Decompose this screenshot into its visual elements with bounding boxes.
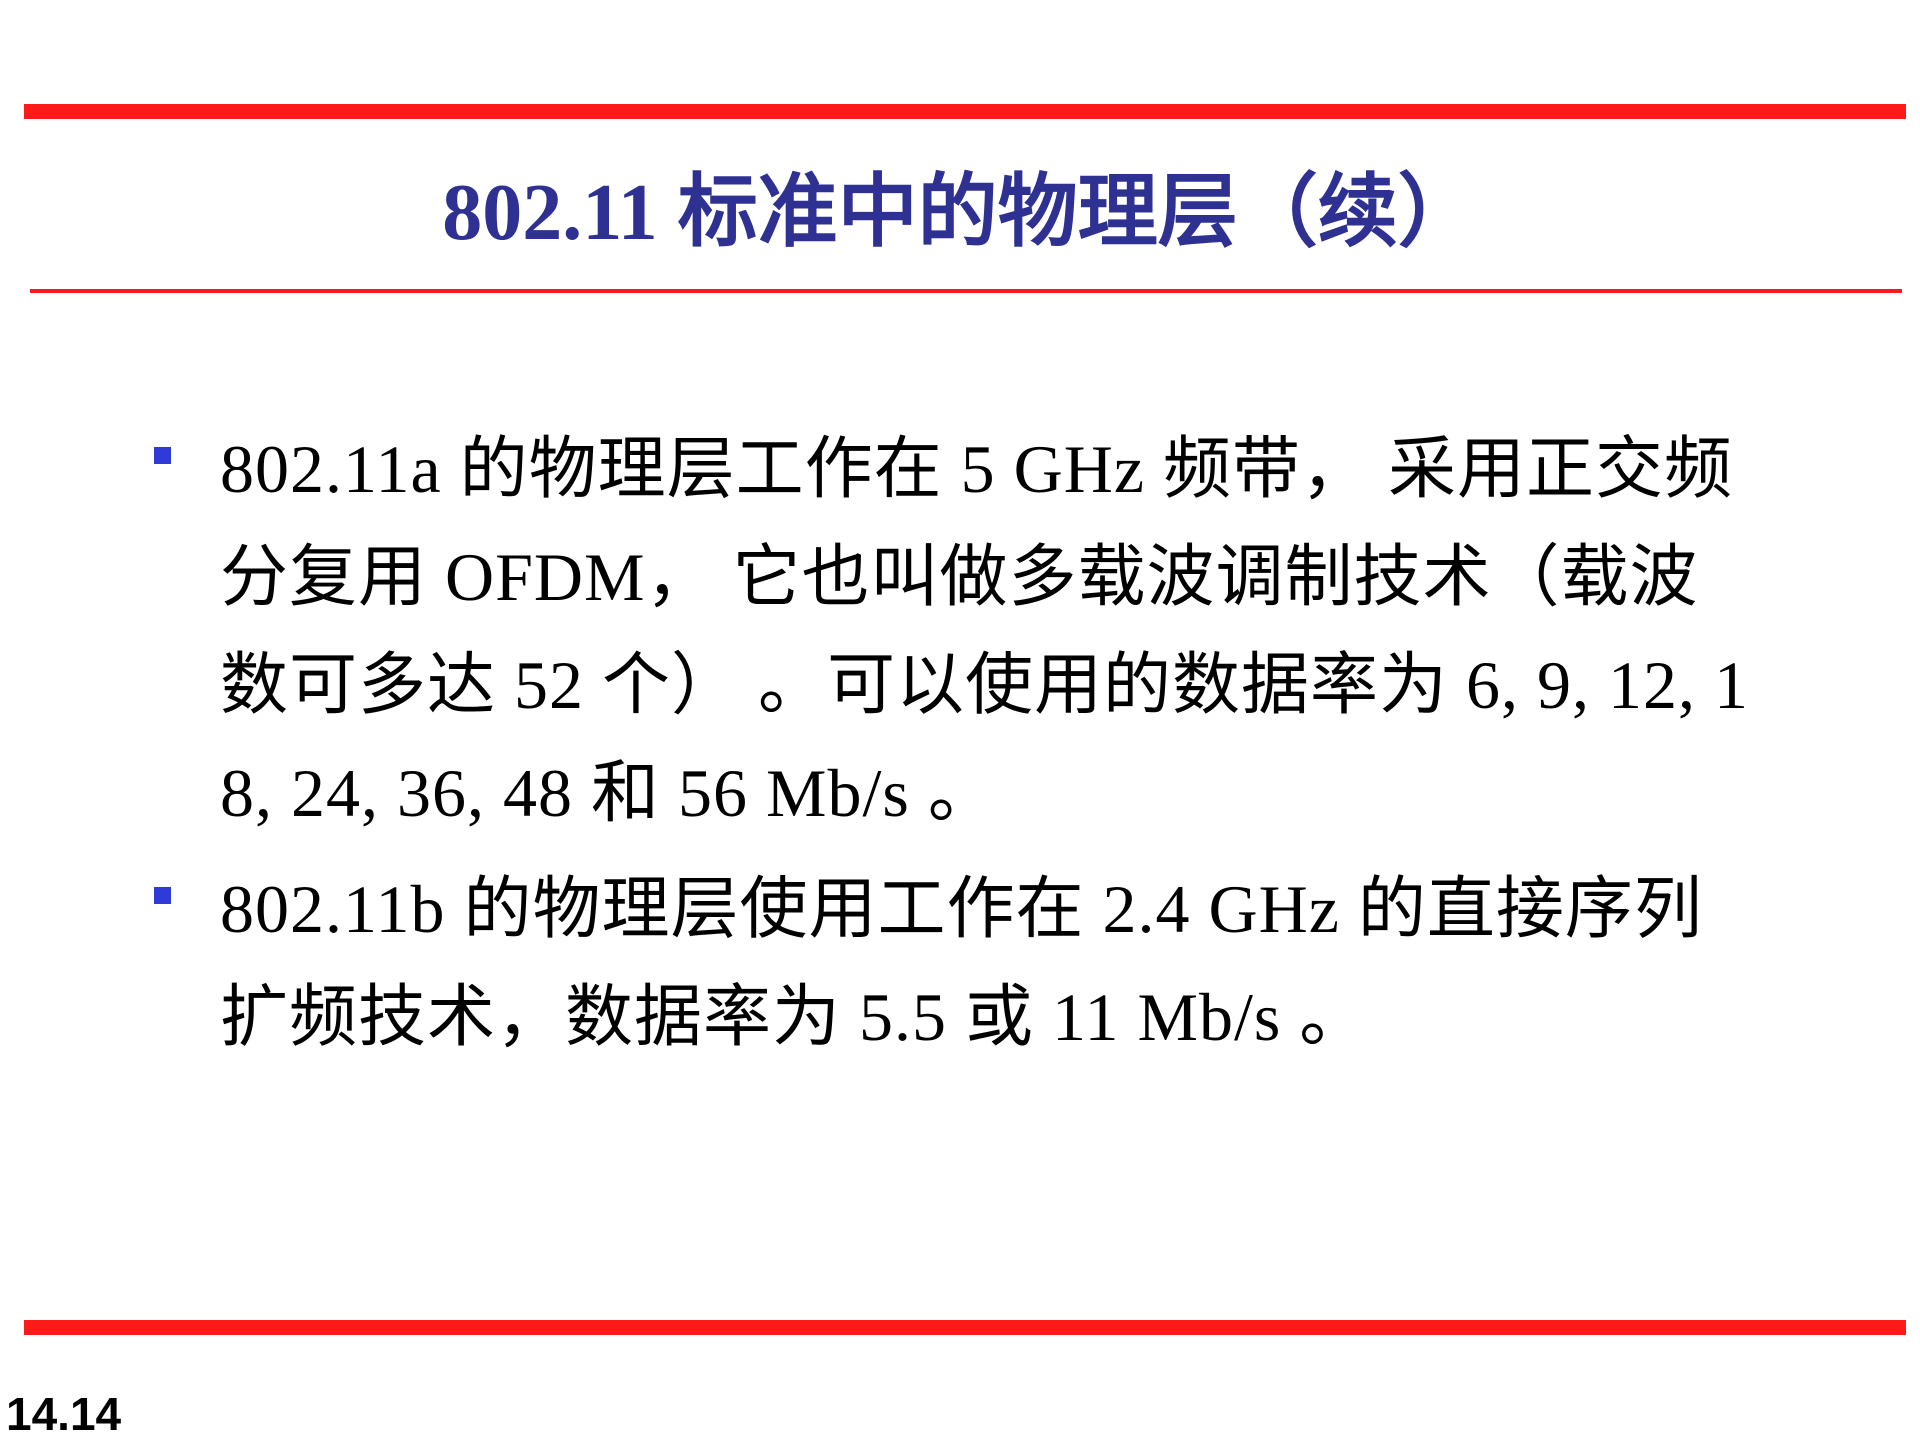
top-divider <box>24 104 1906 119</box>
bullet-item-802-11b: 802.11b 的物理层使用工作在 2.4 GHz 的直接序列扩频技术，数据率为… <box>150 855 1760 1071</box>
title-underline <box>30 289 1902 293</box>
slide-title: 802.11 标准中的物理层（续） <box>442 169 1478 257</box>
bullet-text: 802.11a 的物理层工作在 5 GHz 频带， 采用正交频分复用 OFDM，… <box>220 431 1750 831</box>
bullet-text: 802.11b 的物理层使用工作在 2.4 GHz 的直接序列扩频技术，数据率为… <box>220 871 1703 1055</box>
slide-number: 14.14 <box>6 1388 122 1440</box>
bullet-item-802-11a: 802.11a 的物理层工作在 5 GHz 频带， 采用正交频分复用 OFDM，… <box>150 415 1760 847</box>
bullet-list: 802.11a 的物理层工作在 5 GHz 频带， 采用正交频分复用 OFDM，… <box>150 415 1760 1079</box>
square-bullet-icon <box>154 447 171 464</box>
square-bullet-icon <box>154 887 171 904</box>
bottom-divider <box>24 1320 1906 1335</box>
